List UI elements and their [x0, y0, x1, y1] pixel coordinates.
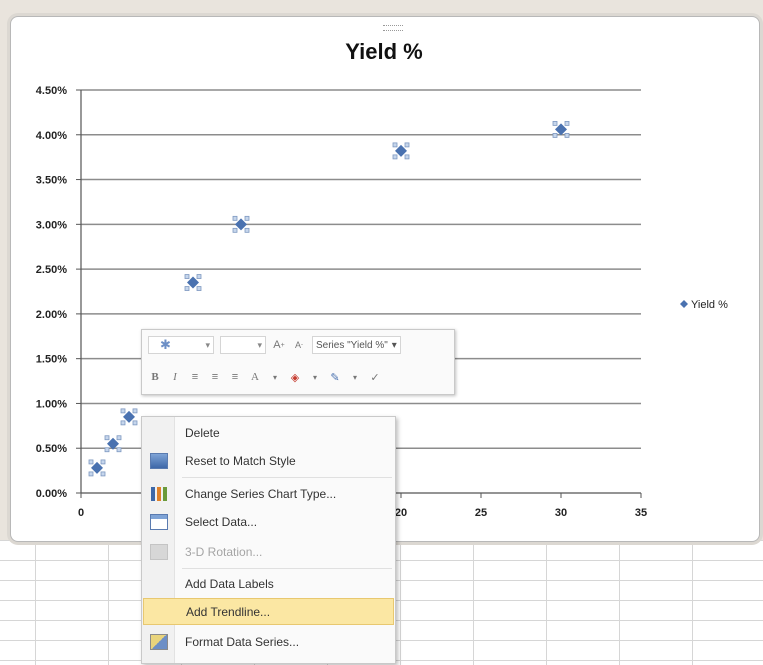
- menu-separator: [182, 477, 392, 478]
- menu-item-select-data[interactable]: Select Data...: [143, 508, 394, 535]
- font-color-button[interactable]: A: [248, 368, 262, 386]
- y-tick-label: 3.50%: [36, 175, 67, 187]
- menu-item-reset-style[interactable]: Reset to Match Style: [143, 447, 394, 474]
- y-tick-label: 4.50%: [36, 85, 67, 97]
- italic-button[interactable]: I: [168, 368, 182, 386]
- selection-handle: [184, 286, 190, 291]
- select-data-icon: [150, 513, 168, 530]
- selection-handle: [120, 420, 126, 426]
- format-painter-icon[interactable]: ✓: [368, 368, 382, 386]
- x-tick-label: 25: [475, 507, 487, 519]
- chevron-down-icon: ▾: [205, 339, 210, 350]
- data-point: [120, 408, 138, 426]
- format-series-icon: [150, 633, 168, 650]
- y-tick-label: 0.50%: [36, 443, 67, 455]
- rotation-icon: [150, 543, 168, 560]
- x-tick-label: 0: [78, 507, 84, 519]
- selection-handle: [196, 286, 202, 291]
- selection-handle: [116, 447, 122, 453]
- chevron-down-icon[interactable]: ▾: [268, 368, 282, 386]
- shrink-font-button[interactable]: A-: [292, 336, 306, 354]
- selection-handle: [100, 459, 106, 465]
- selection-handle: [132, 408, 138, 414]
- selection-handle: [404, 154, 410, 160]
- selection-handle: [552, 133, 558, 138]
- selection-handle: [244, 227, 250, 233]
- chevron-down-icon: ▾: [391, 339, 397, 351]
- selection-handle: [232, 227, 238, 233]
- selection-handle: [244, 215, 250, 221]
- data-point: [88, 459, 106, 477]
- bold-button[interactable]: B: [148, 368, 162, 386]
- selection-handle: [88, 459, 94, 465]
- data-point: [552, 121, 570, 138]
- align-center-icon[interactable]: ≡: [208, 368, 222, 386]
- legend-label: Yield %: [691, 299, 728, 311]
- data-point: [232, 215, 250, 233]
- reset-style-icon: [150, 452, 168, 469]
- y-tick-label: 1.50%: [36, 354, 67, 366]
- selection-handle: [88, 471, 94, 477]
- menu-item-add-trendline[interactable]: Add Trendline...: [143, 598, 394, 625]
- context-menu: Delete Reset to Match Style Change Serie…: [141, 416, 396, 664]
- selection-handle: [116, 435, 122, 441]
- menu-item-delete[interactable]: Delete: [143, 419, 394, 446]
- selection-handle: [404, 142, 410, 148]
- selection-handle: [100, 471, 106, 477]
- chevron-down-icon: ▾: [257, 339, 262, 350]
- legend-marker: [680, 300, 688, 308]
- selection-handle: [104, 447, 110, 453]
- y-tick-label: 2.00%: [36, 309, 67, 321]
- y-tick-label: 0.00%: [36, 488, 67, 500]
- data-point: [104, 435, 122, 453]
- align-right-icon[interactable]: ≡: [228, 368, 242, 386]
- menu-separator: [182, 568, 392, 569]
- selection-handle: [120, 408, 126, 414]
- series-selector[interactable]: Series "Yield %" ▾: [312, 336, 401, 354]
- legend[interactable]: Yield %: [680, 299, 728, 311]
- x-tick-label: 20: [395, 507, 407, 519]
- chart-element-dropdown[interactable]: ✱ ▾: [148, 336, 214, 354]
- chart-type-icon: [151, 486, 167, 501]
- x-tick-label: 35: [635, 507, 647, 519]
- selection-handle: [564, 133, 570, 138]
- align-left-icon[interactable]: ≡: [188, 368, 202, 386]
- outline-color-icon[interactable]: ✎: [328, 368, 342, 386]
- selection-handle: [564, 121, 570, 126]
- selection-handle: [232, 215, 238, 221]
- menu-item-format-data-series[interactable]: Format Data Series...: [143, 628, 394, 655]
- data-point: [392, 142, 410, 160]
- chevron-down-icon[interactable]: ▾: [348, 368, 362, 386]
- menu-item-add-data-labels[interactable]: Add Data Labels: [143, 570, 394, 597]
- selection-handle: [552, 121, 558, 126]
- y-tick-label: 4.00%: [36, 130, 67, 142]
- x-tick-label: 30: [555, 507, 567, 519]
- fill-color-icon[interactable]: ◈: [288, 368, 302, 386]
- menu-item-change-chart-type[interactable]: Change Series Chart Type...: [143, 480, 394, 507]
- series-marker-icon: ✱: [160, 337, 171, 352]
- selection-handle: [132, 420, 138, 426]
- chart-title[interactable]: Yield %: [345, 39, 422, 64]
- grow-font-button[interactable]: A +: [272, 336, 286, 354]
- data-point: [184, 274, 202, 291]
- y-tick-label: 2.50%: [36, 264, 67, 276]
- font-size-dropdown[interactable]: ▾: [220, 336, 266, 354]
- mini-toolbar: ✱ ▾ ▾ A + A- Series "Yield %" ▾ B I ≡ ≡ ≡…: [141, 329, 455, 395]
- y-tick-label: 3.00%: [36, 219, 67, 231]
- selection-handle: [392, 142, 398, 148]
- selection-handle: [392, 154, 398, 160]
- selection-handle: [184, 274, 190, 279]
- menu-item-3d-rotation: 3-D Rotation...: [143, 538, 394, 565]
- selection-handle: [104, 435, 110, 441]
- chevron-down-icon[interactable]: ▾: [308, 368, 322, 386]
- selection-handle: [196, 274, 202, 279]
- y-tick-label: 1.00%: [36, 398, 67, 410]
